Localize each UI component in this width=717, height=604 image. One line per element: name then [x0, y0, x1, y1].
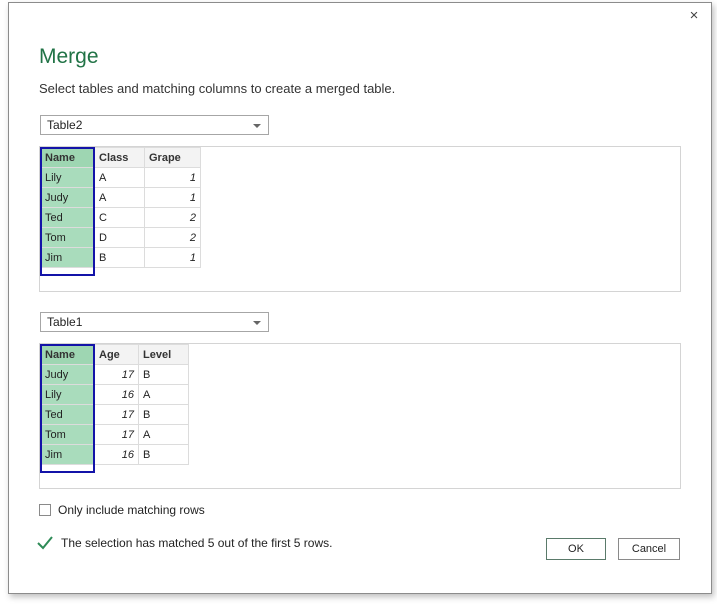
cell-level: A	[138, 384, 189, 405]
close-icon[interactable]: ×	[687, 8, 701, 23]
cell-grape: 2	[144, 227, 201, 248]
cell-class: A	[94, 187, 145, 208]
second-table-dropdown[interactable]: Table1	[40, 312, 269, 332]
column-header-name[interactable]: Name	[40, 147, 95, 168]
first-table-grid: Name Class Grape Lily A 1 Judy A 1 Ted C…	[40, 147, 201, 268]
cell-grape: 1	[144, 187, 201, 208]
cell-name: Judy	[40, 364, 95, 385]
cell-name: Ted	[40, 404, 95, 425]
table-header-row: Name Age Level	[40, 344, 189, 365]
cell-grape: 2	[144, 207, 201, 228]
cell-level: B	[138, 364, 189, 385]
cell-name: Lily	[40, 384, 95, 405]
cell-level: B	[138, 444, 189, 465]
cell-age: 17	[94, 404, 139, 425]
cell-grape: 1	[144, 167, 201, 188]
cell-name: Tom	[40, 227, 95, 248]
match-status-text: The selection has matched 5 out of the f…	[61, 536, 333, 550]
table-header-row: Name Class Grape	[40, 147, 201, 168]
cell-name: Judy	[40, 187, 95, 208]
column-header-level[interactable]: Level	[138, 344, 189, 365]
cell-age: 17	[94, 424, 139, 445]
only-matching-rows-option[interactable]: Only include matching rows	[39, 503, 205, 517]
second-table-grid: Name Age Level Judy 17 B Lily 16 A Ted 1…	[40, 344, 189, 465]
cell-level: B	[138, 404, 189, 425]
first-table-preview: Name Class Grape Lily A 1 Judy A 1 Ted C…	[39, 146, 681, 292]
cell-class: D	[94, 227, 145, 248]
only-matching-rows-label: Only include matching rows	[58, 503, 205, 517]
table-row: Jim B 1	[40, 247, 201, 268]
cell-class: C	[94, 207, 145, 228]
first-table-dropdown[interactable]: Table2	[40, 115, 269, 135]
table-row: Judy 17 B	[40, 364, 189, 385]
ok-button[interactable]: OK	[546, 538, 606, 560]
column-header-grape[interactable]: Grape	[144, 147, 201, 168]
cell-name: Jim	[40, 444, 95, 465]
merge-dialog: × Merge Select tables and matching colum…	[8, 2, 712, 594]
dialog-subtitle: Select tables and matching columns to cr…	[39, 81, 396, 96]
checkmark-icon	[37, 536, 53, 550]
chevron-down-icon	[253, 321, 261, 325]
cell-level: A	[138, 424, 189, 445]
match-status: The selection has matched 5 out of the f…	[37, 536, 332, 550]
column-header-name[interactable]: Name	[40, 344, 95, 365]
cell-class: A	[94, 167, 145, 188]
table-row: Lily A 1	[40, 167, 201, 188]
column-header-age[interactable]: Age	[94, 344, 139, 365]
only-matching-rows-checkbox[interactable]	[39, 504, 51, 516]
cell-grape: 1	[144, 247, 201, 268]
cell-name: Lily	[40, 167, 95, 188]
second-table-preview: Name Age Level Judy 17 B Lily 16 A Ted 1…	[39, 343, 681, 489]
table-row: Judy A 1	[40, 187, 201, 208]
cell-class: B	[94, 247, 145, 268]
table-row: Ted 17 B	[40, 404, 189, 425]
cell-name: Ted	[40, 207, 95, 228]
table-row: Ted C 2	[40, 207, 201, 228]
cell-name: Tom	[40, 424, 95, 445]
table-row: Tom 17 A	[40, 424, 189, 445]
cancel-button[interactable]: Cancel	[618, 538, 680, 560]
cell-age: 16	[94, 444, 139, 465]
chevron-down-icon	[253, 124, 261, 128]
table-row: Tom D 2	[40, 227, 201, 248]
dialog-title: Merge	[39, 45, 99, 68]
second-table-selected: Table1	[47, 315, 83, 329]
table-row: Lily 16 A	[40, 384, 189, 405]
first-table-selected: Table2	[47, 118, 83, 132]
cell-age: 17	[94, 364, 139, 385]
cell-name: Jim	[40, 247, 95, 268]
column-header-class[interactable]: Class	[94, 147, 145, 168]
cell-age: 16	[94, 384, 139, 405]
table-row: Jim 16 B	[40, 444, 189, 465]
